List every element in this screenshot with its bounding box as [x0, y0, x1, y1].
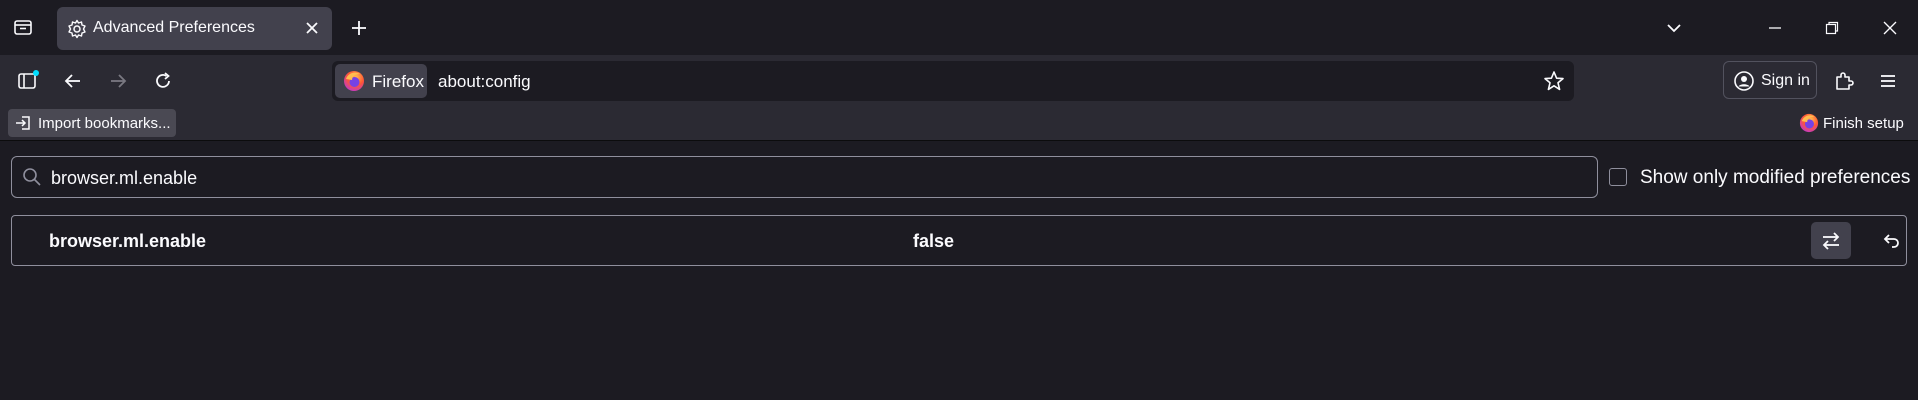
- app-menu-button[interactable]: [1873, 66, 1903, 96]
- list-all-tabs-button[interactable]: [1659, 13, 1689, 43]
- undo-icon: [1881, 231, 1901, 251]
- puzzle-icon: [1836, 72, 1854, 90]
- account-icon: [1733, 70, 1755, 92]
- reset-button[interactable]: [1871, 222, 1911, 259]
- firefox-logo-icon: [1799, 113, 1819, 133]
- preference-value: false: [913, 231, 955, 251]
- tab-advanced-preferences[interactable]: Advanced Preferences: [57, 7, 332, 50]
- preference-search-input[interactable]: browser.ml.enable: [11, 156, 1598, 198]
- new-tab-button[interactable]: [344, 13, 374, 43]
- import-bookmarks-button[interactable]: Import bookmarks...: [8, 109, 176, 137]
- close-window-button[interactable]: [1875, 13, 1905, 43]
- preference-name: browser.ml.enable: [49, 231, 207, 251]
- preference-row: browser.ml.enable false: [11, 215, 1907, 266]
- finish-setup-label: Finish setup: [1823, 115, 1904, 132]
- identity-box[interactable]: Firefox: [335, 64, 427, 98]
- title-bar: Advanced Preferences: [0, 0, 1918, 55]
- import-icon: [14, 114, 32, 132]
- toggle-button[interactable]: [1811, 222, 1851, 259]
- firefox-logo-icon: [343, 70, 365, 92]
- sidebar-button[interactable]: [13, 66, 43, 96]
- sign-in-button[interactable]: Sign in: [1723, 61, 1817, 99]
- plus-icon: [352, 21, 366, 35]
- import-bookmarks-label: Import bookmarks...: [38, 115, 171, 132]
- minimize-button[interactable]: [1760, 13, 1790, 43]
- show-modified-checkbox[interactable]: [1609, 168, 1627, 186]
- forward-button[interactable]: [103, 66, 133, 96]
- bookmark-star-icon[interactable]: [1543, 70, 1565, 92]
- firefox-view-button[interactable]: [8, 12, 38, 42]
- chevron-down-icon: [1667, 24, 1681, 33]
- minimize-icon: [1769, 27, 1781, 29]
- restore-icon: [1825, 21, 1839, 35]
- url-bar[interactable]: Firefox about:config: [332, 61, 1574, 101]
- hamburger-menu-icon: [1881, 75, 1895, 87]
- reload-icon: [156, 72, 170, 88]
- firefox-view-icon: [14, 20, 32, 35]
- gear-icon: [67, 19, 87, 39]
- nav-bar: Firefox about:config Sign in: [0, 55, 1918, 107]
- arrow-right-icon: [111, 74, 127, 88]
- identity-label: Firefox: [372, 72, 424, 91]
- sidebar-icon: [18, 70, 39, 89]
- close-tab-icon[interactable]: [303, 19, 321, 37]
- search-icon: [22, 167, 42, 187]
- url-text[interactable]: about:config: [438, 72, 531, 92]
- arrow-left-icon: [64, 74, 80, 88]
- tab-title: Advanced Preferences: [93, 19, 255, 36]
- toggle-arrows-icon: [1820, 230, 1842, 252]
- close-icon: [1883, 21, 1897, 35]
- back-button[interactable]: [58, 66, 88, 96]
- reload-button[interactable]: [148, 66, 178, 96]
- search-value: browser.ml.enable: [51, 168, 198, 188]
- show-modified-label[interactable]: Show only modified preferences: [1640, 167, 1910, 189]
- extensions-button[interactable]: [1829, 66, 1859, 96]
- restore-button[interactable]: [1817, 13, 1847, 43]
- page-content: browser.ml.enable Show only modified pre…: [0, 141, 1918, 400]
- bookmarks-toolbar: Import bookmarks... Finish setup: [0, 107, 1918, 141]
- sign-in-label: Sign in: [1761, 72, 1810, 89]
